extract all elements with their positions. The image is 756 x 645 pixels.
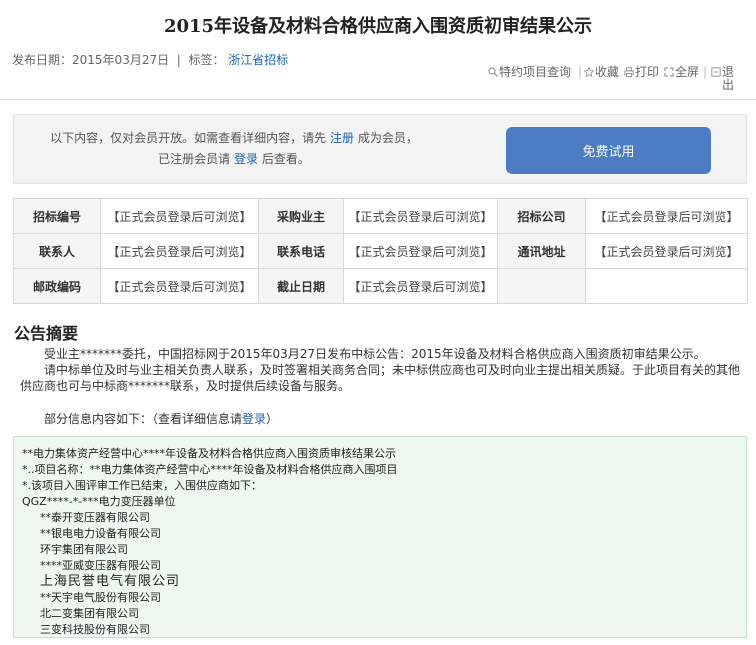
company-item: 上海民誉电气有限公司 <box>40 574 181 589</box>
company-item: **泰开变压器有限公司 <box>40 511 150 524</box>
empty-cell <box>497 268 586 304</box>
company-item: 环宇集团有限公司 <box>40 543 128 556</box>
label-postcode: 邮政编码 <box>13 268 101 304</box>
header-divider <box>0 99 756 100</box>
value-deadline: 【正式会员登录后可浏览】 <box>343 268 498 304</box>
free-trial-button[interactable]: 免费试用 <box>506 127 711 174</box>
partial-info-line: 部分信息内容如下：（查看详细信息请登录） <box>44 410 278 427</box>
company-item: 北二变集团有限公司 <box>40 607 139 620</box>
value-phone: 【正式会员登录后可浏览】 <box>343 233 498 269</box>
page-title: 2015年设备及材料合格供应商入围资质初审结果公示 <box>163 16 593 37</box>
value-bid-company: 【正式会员登录后可浏览】 <box>585 198 748 234</box>
search-icon <box>488 67 498 77</box>
query-tool[interactable]: 特约项目查询 <box>488 66 571 79</box>
publish-date: 2015年03月27日 <box>72 53 170 67</box>
label-bid-company: 招标公司 <box>497 198 586 234</box>
summary-paragraph: 请中标单位及时与业主相关负责人联系，及时签署相关商务合同；未中标供应商也可及时向… <box>20 363 741 393</box>
value-purchaser: 【正式会员登录后可浏览】 <box>343 198 498 234</box>
tag-link[interactable]: 浙江省招标 <box>228 53 288 67</box>
content-line: QGZ****-*-***电力变压器单位 <box>22 495 176 508</box>
value-address: 【正式会员登录后可浏览】 <box>585 233 748 269</box>
partial-info-text: 部分信息内容如下：（查看详细信息请 <box>44 412 243 426</box>
member-text: 已注册会员请 <box>158 152 231 166</box>
info-table: 招标编号 【正式会员登录后可浏览】 采购业主 【正式会员登录后可浏览】 招标公司… <box>13 198 748 304</box>
tool-separator: | <box>578 65 583 79</box>
content-excerpt: **电力集体资产经营中心****年设备及材料合格供应商入围资质审核结果公示 *.… <box>13 436 747 638</box>
exit-label-wrap: 出 <box>722 78 735 92</box>
favorite-tool[interactable]: 收藏 <box>584 66 619 79</box>
favorite-label: 收藏 <box>595 65 620 79</box>
print-label: 打印 <box>635 65 660 79</box>
value-contact: 【正式会员登录后可浏览】 <box>100 233 259 269</box>
table-row: 招标编号 【正式会员登录后可浏览】 采购业主 【正式会员登录后可浏览】 招标公司… <box>13 198 748 234</box>
content-line: *..项目名称：**电力集体资产经营中心****年设备及材料合格供应商入围项目 <box>22 463 398 476</box>
empty-cell <box>585 268 748 304</box>
fullscreen-tool[interactable]: 全屏 <box>664 66 699 79</box>
company-item: **天宇电气股份有限公司 <box>40 591 161 604</box>
member-text: 以下内容，仅对会员开放。如需查看详细内容，请先 <box>50 131 327 145</box>
tool-separator: | <box>703 65 708 79</box>
value-postcode: 【正式会员登录后可浏览】 <box>100 268 259 304</box>
meta-separator: | <box>176 53 181 67</box>
value-bid-number: 【正式会员登录后可浏览】 <box>100 198 259 234</box>
label-phone: 联系电话 <box>258 233 344 269</box>
member-text: 成为会员， <box>357 131 418 145</box>
exit-label: 退 <box>722 65 735 79</box>
member-notice: 以下内容，仅对会员开放。如需查看详细内容，请先 注册 成为会员， 已注册会员请 … <box>13 114 747 184</box>
query-label: 特约项目查询 <box>499 65 572 79</box>
fullscreen-label: 全屏 <box>675 65 700 79</box>
company-item: ****亚威变压器有限公司 <box>40 559 161 572</box>
fullscreen-icon <box>664 67 674 77</box>
summary-body: 受业主*******委托，中国招标网于2015年03月27日发布中标公告：201… <box>20 346 745 394</box>
summary-title: 公告摘要 <box>14 324 79 343</box>
login-link[interactable]: 登录 <box>234 152 258 166</box>
label-bid-number: 招标编号 <box>13 198 101 234</box>
content-line: *.该项目入围评审工作已结束，入围供应商如下： <box>22 479 262 492</box>
table-row: 邮政编码 【正式会员登录后可浏览】 截止日期 【正式会员登录后可浏览】 <box>13 268 748 304</box>
tag-label: 标签： <box>188 53 225 67</box>
label-address: 通讯地址 <box>497 233 586 269</box>
star-icon <box>584 67 594 77</box>
partial-info-text: ） <box>266 412 279 426</box>
company-item: 三变科技股份有限公司 <box>40 623 150 636</box>
company-item: **银电电力设备有限公司 <box>40 527 161 540</box>
table-row: 联系人 【正式会员登录后可浏览】 联系电话 【正式会员登录后可浏览】 通讯地址 … <box>13 233 748 269</box>
meta-bar: 发布日期：2015年03月27日 | 标签： 浙江省招标 <box>12 51 288 68</box>
member-text: 后查看。 <box>261 152 310 166</box>
label-contact: 联系人 <box>13 233 101 269</box>
summary-paragraph: 受业主*******委托，中国招标网于2015年03月27日发布中标公告：201… <box>44 347 706 361</box>
label-purchaser: 采购业主 <box>258 198 344 234</box>
content-line: **电力集体资产经营中心****年设备及材料合格供应商入围资质审核结果公示 <box>22 447 396 460</box>
print-tool[interactable]: 打印 <box>624 66 659 79</box>
member-message-line1: 以下内容，仅对会员开放。如需查看详细内容，请先 注册 成为会员， <box>14 129 454 146</box>
member-message-line2: 已注册会员请 登录 后查看。 <box>14 150 454 167</box>
register-link[interactable]: 注册 <box>330 131 354 145</box>
printer-icon <box>624 67 634 77</box>
login-link[interactable]: 登录 <box>242 412 266 426</box>
exit-icon <box>711 67 721 77</box>
publish-date-label: 发布日期： <box>12 53 73 67</box>
label-deadline: 截止日期 <box>258 268 344 304</box>
